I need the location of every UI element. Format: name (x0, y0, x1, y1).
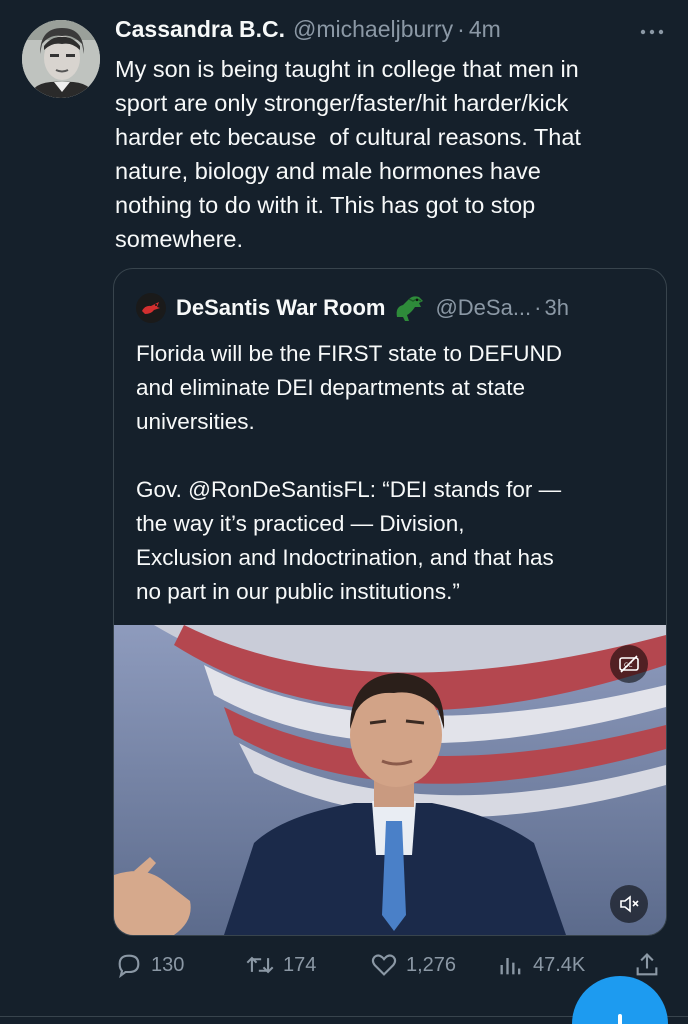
quoted-author-handle[interactable]: @DeSa... (435, 295, 531, 321)
quoted-time[interactable]: 3h (544, 295, 568, 321)
mute-icon[interactable] (610, 885, 648, 923)
reply-count: 130 (151, 953, 185, 976)
quoted-tweet[interactable]: DeSantis War Room @DeSa... · 3h Florida … (113, 268, 667, 936)
video-thumbnail (114, 625, 666, 935)
views-icon (500, 958, 521, 975)
avatar-image (22, 20, 100, 98)
author-name[interactable]: Cassandra B.C. (115, 16, 285, 43)
like-count: 1,276 (406, 953, 457, 976)
tweet-time[interactable]: 4m (469, 16, 501, 43)
avatar[interactable] (22, 20, 100, 98)
author-handle[interactable]: @michaeljburry (293, 16, 453, 43)
captions-off-icon[interactable]: CC (610, 645, 648, 683)
like-icon (371, 954, 397, 976)
separator-dot: · (457, 16, 465, 42)
share-button[interactable] (633, 948, 669, 982)
like-button[interactable]: 1,276 (370, 948, 456, 982)
compose-icon (618, 1014, 622, 1024)
share-icon (636, 953, 658, 976)
svg-text:CC: CC (624, 662, 632, 669)
tweet: Cassandra B.C. @michaeljburry · 4m My so… (0, 0, 688, 1024)
quoted-tweet-header: DeSantis War Room @DeSa... · 3h (136, 293, 569, 323)
more-icon[interactable] (638, 22, 666, 42)
retweet-button[interactable]: 174 (245, 948, 316, 982)
views-button[interactable]: 47.4K (497, 948, 585, 982)
tweet-text: My son is being taught in college that m… (115, 56, 581, 252)
view-count: 47.4K (533, 953, 586, 976)
compose-button[interactable] (572, 976, 668, 1024)
reply-button[interactable]: 130 (115, 948, 184, 982)
action-bar: 130 174 1,276 47.4K (115, 948, 665, 982)
quoted-separator-dot: · (534, 295, 542, 320)
logo-icon (136, 293, 166, 323)
tweet-header: Cassandra B.C. @michaeljburry · 4m (115, 16, 658, 50)
quoted-tweet-text: Florida will be the FIRST state to DEFUN… (136, 341, 562, 604)
reply-icon (118, 954, 140, 979)
retweet-count: 174 (283, 953, 317, 976)
quoted-author-name[interactable]: DeSantis War Room (176, 295, 385, 321)
video-player[interactable]: CC (114, 625, 666, 935)
alligator-icon (393, 293, 427, 323)
retweet-icon (246, 956, 274, 974)
